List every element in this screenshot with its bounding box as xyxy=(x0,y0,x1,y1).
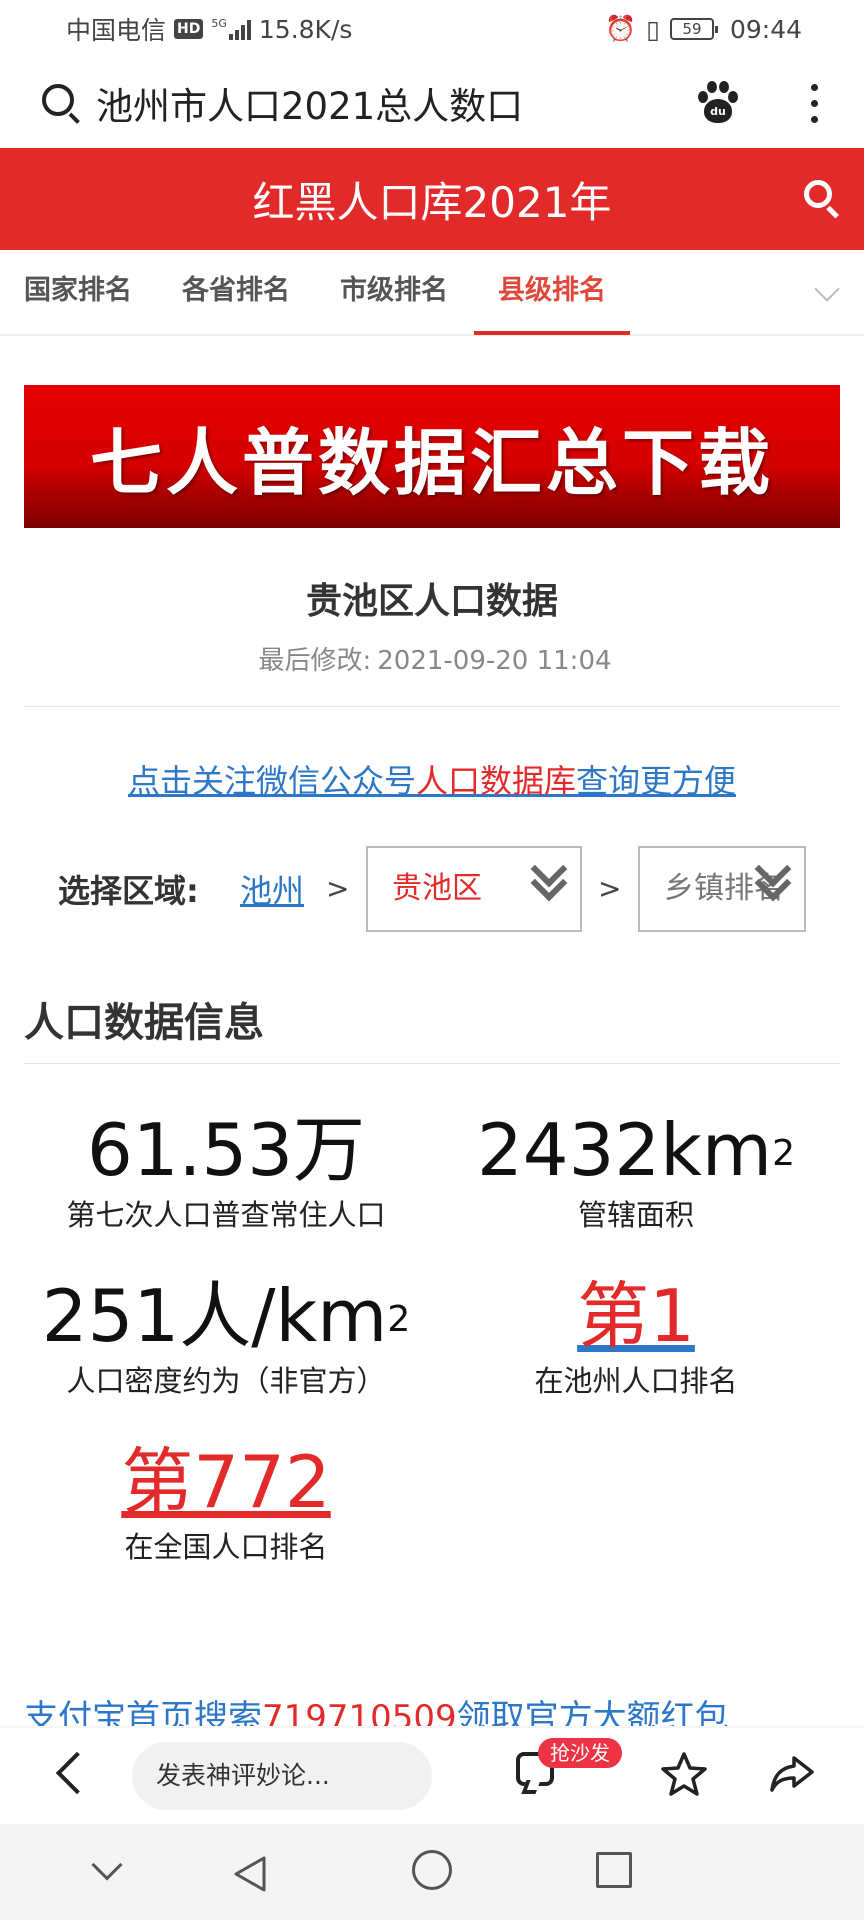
modified-label: 最后修改: xyxy=(258,646,372,676)
status-bar: 中国电信 HD 5G 15.8K/s ⏰ ▯ 59 09:44 xyxy=(0,0,864,58)
stat-density: 251人/km2 人口密度约为（非官方） xyxy=(16,1276,436,1400)
chevron-down-icon[interactable] xyxy=(814,276,840,302)
tab-national[interactable]: 国家排名 xyxy=(24,249,132,335)
stat-label: 第七次人口普查常住人口 xyxy=(66,1198,386,1232)
stat-value-text: 2432km xyxy=(477,1108,773,1192)
status-right: ⏰ ▯ 59 09:44 xyxy=(605,14,802,44)
stat-value: 2432km2 xyxy=(426,1110,846,1190)
stat-label: 在全国人口排名 xyxy=(124,1530,328,1564)
alipay-promo-link[interactable]: 支付宝首页搜索719710509领取官方大额红包 xyxy=(24,1690,729,1726)
stat-city-rank[interactable]: 第1 在池州人口排名 xyxy=(426,1276,846,1400)
site-title: 红黑人口库2021年 xyxy=(252,177,612,227)
district-select[interactable]: 贵池区 xyxy=(366,846,582,932)
follow-prefix[interactable]: 点击关注微信公众号 xyxy=(128,762,416,800)
stat-label: 管辖面积 xyxy=(577,1198,694,1232)
status-left: 中国电信 HD 5G 15.8K/s xyxy=(66,11,352,47)
nav-home-icon[interactable] xyxy=(412,1850,452,1890)
back-arrow-icon[interactable] xyxy=(55,1751,99,1795)
stat-area: 2432km2 管辖面积 xyxy=(426,1110,846,1234)
stat-population: 61.53万 第七次人口普查常住人口 xyxy=(16,1110,436,1234)
download-banner[interactable]: 七人普数据汇总下载 xyxy=(24,385,840,528)
region-label: 选择区域: xyxy=(58,872,199,910)
page-title: 贵池区人口数据 xyxy=(305,581,558,622)
region-selector: 选择区域: 池州 > 贵池区 > 乡镇排名 xyxy=(0,846,864,932)
follow-wechat-link[interactable]: 点击关注微信公众号人口数据库查询更方便 xyxy=(0,756,864,802)
tab-county[interactable]: 县级排名 xyxy=(474,249,630,335)
divider xyxy=(24,706,840,707)
search-query[interactable]: 池州市人口2021总人数口 xyxy=(96,76,696,130)
baidu-paw-icon[interactable]: du xyxy=(696,81,740,125)
ranking-tabs: 国家排名 各省排名 市级排名 县级排名 xyxy=(0,250,864,336)
district-select-value: 贵池区 xyxy=(392,871,482,906)
tab-city[interactable]: 市级排名 xyxy=(340,249,448,335)
stat-value-sup: 2 xyxy=(772,1133,795,1174)
follow-highlight[interactable]: 人口数据库 xyxy=(416,762,576,800)
stat-value: 251人/km2 xyxy=(16,1276,436,1356)
tab-province[interactable]: 各省排名 xyxy=(182,249,290,335)
region-city-link[interactable]: 池州 xyxy=(240,866,304,912)
breadcrumb-separator: > xyxy=(598,872,622,905)
nav-recent-apps-icon[interactable] xyxy=(596,1852,632,1888)
follow-suffix[interactable]: 查询更方便 xyxy=(576,762,736,800)
stat-national-rank[interactable]: 第772 在全国人口排名 xyxy=(16,1442,436,1566)
signal-icon: 5G xyxy=(211,18,251,40)
battery-icon: 59 xyxy=(669,18,718,40)
alarm-icon: ⏰ xyxy=(605,14,637,43)
comment-badge[interactable]: 抢沙发 xyxy=(538,1738,622,1768)
section-title: 人口数据信息 xyxy=(24,1000,264,1046)
breadcrumb-separator: > xyxy=(326,872,350,905)
comment-input[interactable]: 发表神评妙论... xyxy=(132,1742,432,1810)
nav-back-icon[interactable] xyxy=(230,1854,270,1894)
stat-label: 人口密度约为（非官方） xyxy=(66,1364,386,1398)
double-chevron-down-icon xyxy=(752,850,796,912)
search-icon[interactable] xyxy=(40,82,82,124)
site-header: 红黑人口库2021年 xyxy=(0,148,864,250)
clock: 09:44 xyxy=(729,14,802,44)
header-search-icon[interactable] xyxy=(802,178,842,219)
network-type: 5G xyxy=(211,17,227,30)
stat-value-sup: 2 xyxy=(387,1299,411,1340)
nav-collapse-icon[interactable] xyxy=(91,1849,123,1881)
national-rank-link[interactable]: 第772 xyxy=(16,1442,436,1522)
search-bar[interactable]: 池州市人口2021总人数口 du xyxy=(0,58,864,148)
promo-suffix[interactable]: 领取官方大额红包 xyxy=(457,1698,729,1726)
stat-value: 61.53万 xyxy=(86,1108,366,1192)
stat-value-text: 251人/km xyxy=(41,1274,388,1358)
system-nav-bar xyxy=(0,1824,864,1920)
last-modified: 最后修改: 2021-09-20 11:04 xyxy=(0,640,864,677)
double-chevron-down-icon xyxy=(528,850,572,912)
promo-code[interactable]: 719710509 xyxy=(262,1698,457,1726)
stat-label: 在池州人口排名 xyxy=(534,1364,738,1398)
carrier-name: 中国电信 xyxy=(66,16,167,45)
network-speed: 15.8K/s xyxy=(258,14,353,44)
share-icon[interactable] xyxy=(768,1750,816,1798)
modified-time: 2021-09-20 11:04 xyxy=(377,646,612,676)
more-menu-icon[interactable] xyxy=(804,83,824,123)
vibrate-icon: ▯ xyxy=(646,14,660,44)
divider xyxy=(24,1063,840,1064)
bottom-action-bar: 发表神评妙论... 抢沙发 xyxy=(0,1728,864,1824)
favorite-star-icon[interactable] xyxy=(660,1750,708,1798)
hd-badge: HD xyxy=(174,19,204,39)
promo-prefix[interactable]: 支付宝首页搜索 xyxy=(24,1698,262,1726)
city-rank-link[interactable]: 第1 xyxy=(426,1276,846,1356)
town-select[interactable]: 乡镇排名 xyxy=(638,846,806,932)
